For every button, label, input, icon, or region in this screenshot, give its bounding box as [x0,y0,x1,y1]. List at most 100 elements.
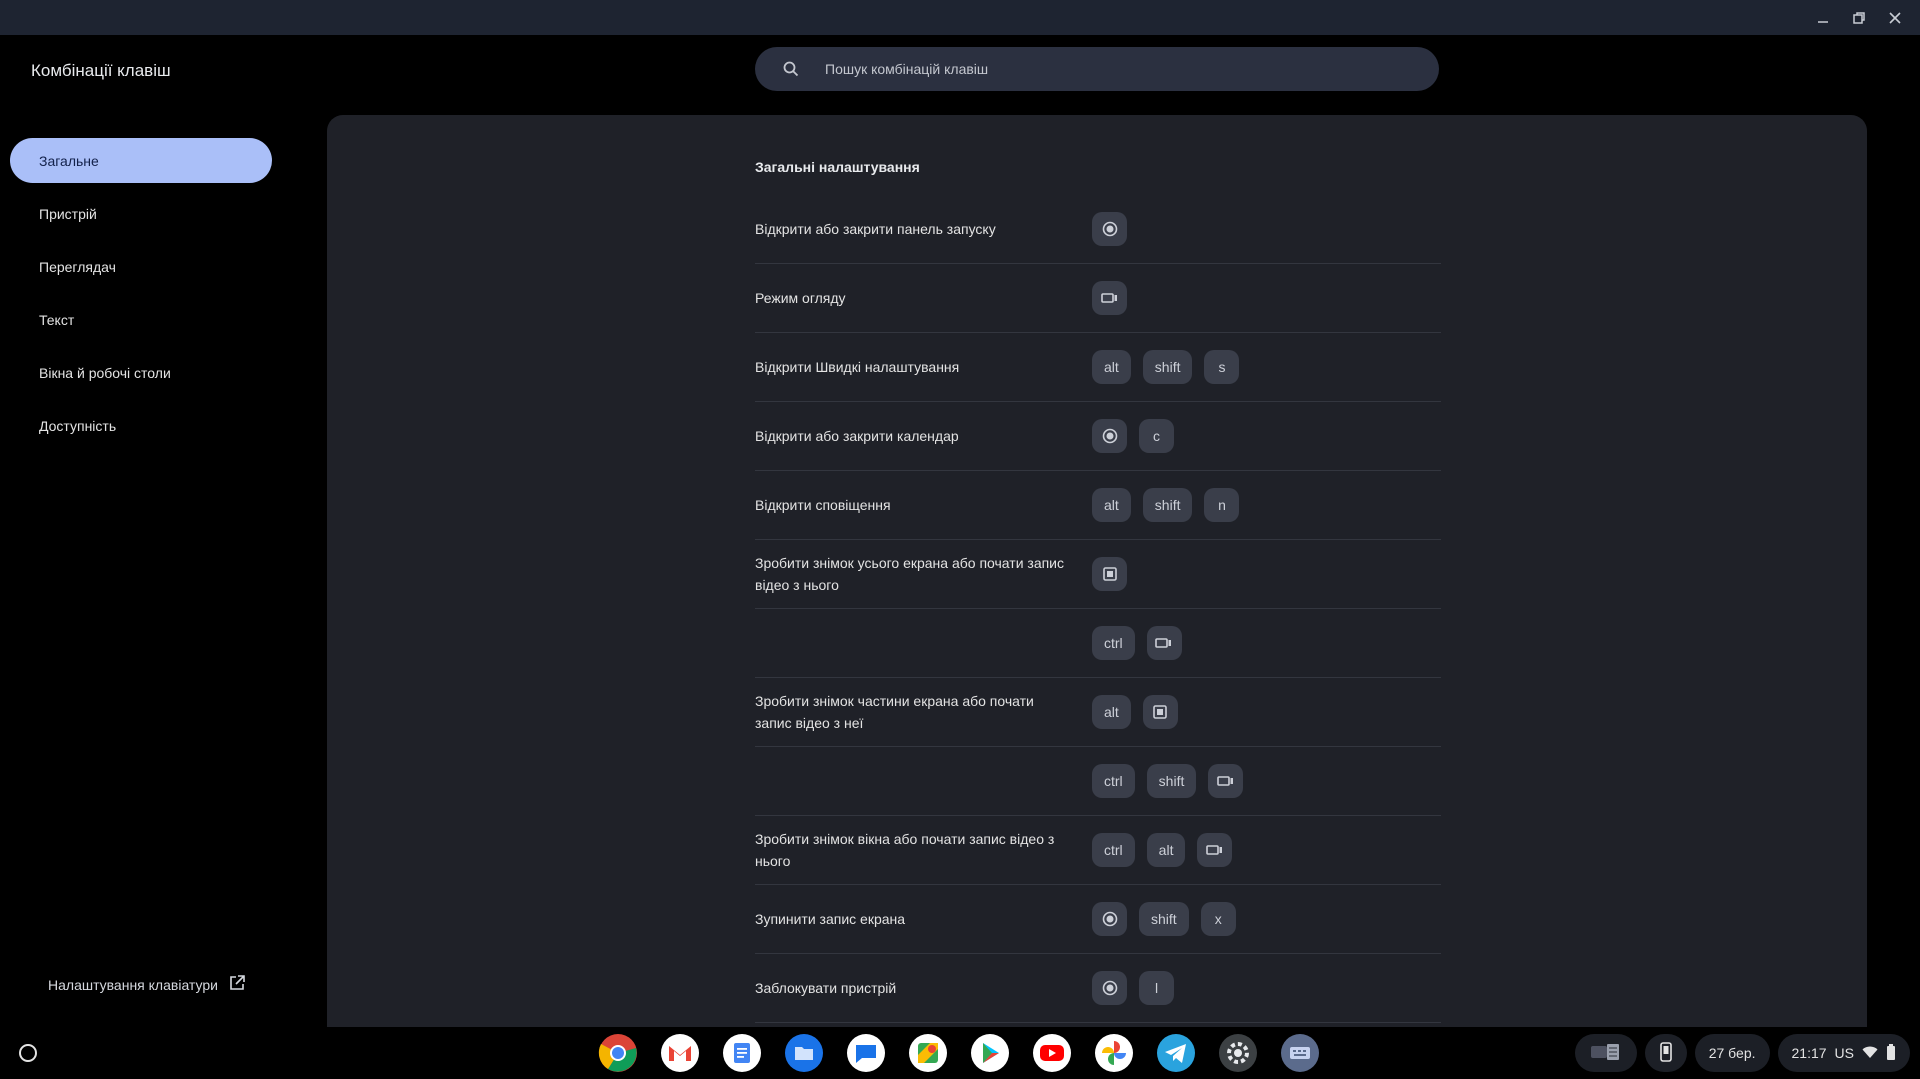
key-cap: shift [1142,350,1193,384]
key-cap: shift [1142,488,1193,522]
shortcut-label: Зробити знімок усього екрана або почати … [755,555,1065,593]
shortcut-keys: ctrl alt [1092,833,1233,867]
key-cap: ctrl [1092,833,1135,867]
sidebar: Комбінації клавіш Загальне Пристрій Перегл… [0,35,300,1027]
sidebar-item-4[interactable]: Вікна й робочі столи [10,350,272,395]
launcher-icon [1092,971,1127,1005]
sidebar-item-5[interactable]: Доступність [10,403,272,448]
files-app-icon[interactable] [784,1033,824,1073]
shortcut-row: Зробити знімок вікна або почати запис ві… [755,816,1441,885]
wifi-icon [1862,1045,1878,1062]
battery-icon [1886,1043,1896,1063]
close-icon[interactable] [1882,5,1908,31]
shortcut-label: Зупинити запис екрана [755,911,906,927]
shortcut-row: Зробити знімок усього екрана або почати … [755,540,1441,609]
search-icon [781,59,801,79]
shortcut-row: ctrl shift [755,747,1441,816]
sidebar-item-label: Пристрій [39,205,97,222]
date-button[interactable]: 27 бер. [1694,1034,1770,1072]
keyboard-settings-link[interactable]: Налаштування клавіатури [48,974,246,995]
key-cap: shift [1139,902,1189,936]
shortcut-keys [1092,281,1127,315]
shortcut-keys: ctrl shift [1092,764,1244,798]
status-tray: 27 бер. 21:17 US [1574,1034,1910,1072]
shortcut-label: Відкрити або закрити панель запуску [755,221,996,237]
holding-space-icon [1589,1041,1623,1066]
shortcut-label: Відкрити або закрити календар [755,428,959,444]
shortcut-row: Відкрити Швидкі налаштування alt shift s [755,333,1441,402]
key-cap: alt [1092,695,1131,729]
telegram-app-icon[interactable] [1156,1033,1196,1073]
shortcut-row: Режим огляду [755,264,1441,333]
restore-icon[interactable] [1846,5,1872,31]
gmail-app-icon[interactable] [660,1033,700,1073]
holding-space-button[interactable] [1574,1034,1637,1072]
sidebar-item-label: Переглядач [39,258,116,275]
shortcut-keys: alt [1092,695,1178,729]
shortcut-keys [1092,557,1127,591]
launcher-icon [1092,212,1127,246]
launcher-icon [1092,902,1127,936]
phone-hub-button[interactable] [1644,1034,1687,1072]
launcher-circle-icon[interactable] [12,1037,44,1069]
main-panel: Загальні налаштування Відкрити або закри… [327,115,1867,1027]
chrome-app-icon[interactable] [598,1033,638,1073]
key-cap: ctrl [1092,626,1135,660]
minimize-icon[interactable] [1810,5,1836,31]
shortcuts-app-icon[interactable] [1280,1033,1320,1073]
launcher-icon [1092,419,1127,453]
screenshot-icon [1142,695,1178,729]
sidebar-nav: Загальне Пристрій Переглядач Текст Вікна й р… [10,138,272,456]
shortcut-keys: alt shift s [1092,350,1240,384]
sidebar-item-1[interactable]: Пристрій [10,191,272,236]
messages-app-icon[interactable] [846,1033,886,1073]
settings-app-icon[interactable] [1218,1033,1258,1073]
shortcut-row: Заблокувати пристрій l [755,954,1441,1023]
locale-label: US [1834,1045,1854,1061]
overview-icon [1146,626,1182,660]
sidebar-item-0[interactable]: Загальне [10,138,272,183]
section-title: Загальні налаштування [755,159,920,175]
time-label: 21:17 [1791,1045,1827,1061]
shortcut-list: Відкрити або закрити панель запуску Режим… [755,195,1441,1023]
external-link-icon [228,974,246,995]
key-cap: x [1200,902,1236,936]
system-tray-button[interactable]: 21:17 US [1777,1034,1910,1072]
docs-app-icon[interactable] [722,1033,762,1073]
shortcut-label: Зробити знімок вікна або почати запис ві… [755,831,1055,869]
search-bar[interactable] [755,47,1439,91]
keyboard-settings-label: Налаштування клавіатури [48,976,218,993]
maps-app-icon[interactable] [908,1033,948,1073]
shortcut-keys: l [1092,971,1174,1005]
shortcut-row: Відкрити сповіщення alt shift n [755,471,1441,540]
shortcut-row: ctrl [755,609,1441,678]
sidebar-item-label: Текст [39,311,75,328]
play-store-app-icon[interactable] [970,1033,1010,1073]
overview-icon [1208,764,1244,798]
pinned-apps [598,1033,1320,1073]
shortcut-label: Відкрити Швидкі налаштування [755,359,960,375]
photos-app-icon[interactable] [1094,1033,1134,1073]
shelf: 27 бер. 21:17 US [0,1027,1920,1079]
key-cap: alt [1092,488,1131,522]
key-cap: c [1139,419,1174,453]
title-bar [0,0,1920,35]
shortcut-keys: alt shift n [1092,488,1240,522]
date-label: 27 бер. [1708,1045,1756,1061]
sidebar-item-3[interactable]: Текст [10,297,272,342]
sidebar-item-label: Загальне [39,152,99,169]
sidebar-item-2[interactable]: Переглядач [10,244,272,289]
key-cap: l [1139,971,1174,1005]
youtube-app-icon[interactable] [1032,1033,1072,1073]
shortcut-keys [1092,212,1127,246]
search-input[interactable] [825,61,1385,77]
key-cap: alt [1146,833,1186,867]
shortcut-keys: shift x [1092,902,1236,936]
phone-icon [1659,1041,1673,1065]
shortcut-row: Відкрити або закрити панель запуску [755,195,1441,264]
sidebar-item-label: Вікна й робочі столи [39,364,171,381]
key-cap: shift [1146,764,1197,798]
window-controls [1810,0,1920,35]
shortcut-label: Режим огляду [755,290,846,306]
shortcut-keys: ctrl [1092,626,1182,660]
